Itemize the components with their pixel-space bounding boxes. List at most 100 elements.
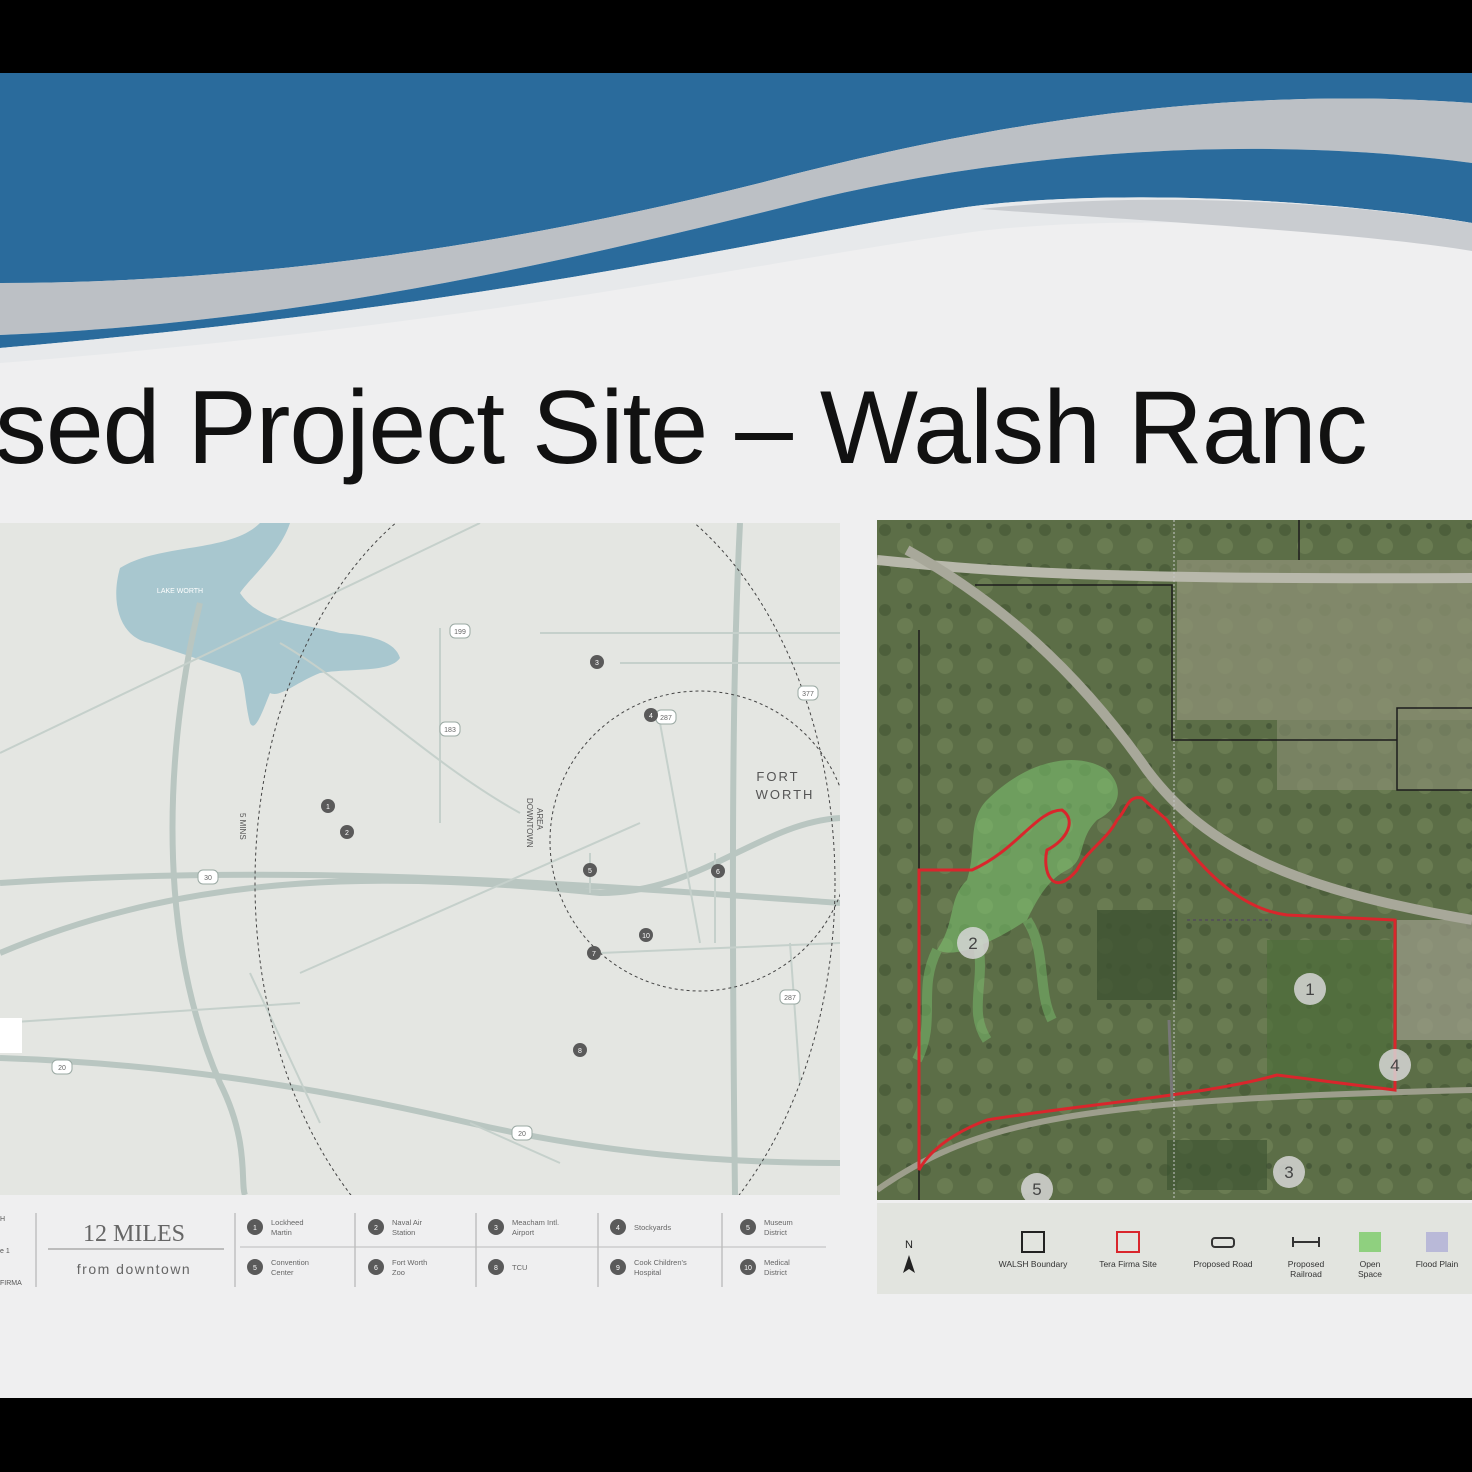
poi-marker-label: 7 — [592, 951, 596, 958]
legend-marker-number: 1 — [253, 1225, 257, 1232]
legend-item-label: Meacham Intl. — [512, 1218, 559, 1227]
poi-marker-label: 2 — [345, 830, 349, 837]
site-marker-2[interactable]: 2 — [957, 927, 989, 959]
legend-item-label: Martin — [271, 1228, 292, 1237]
distance-subtitle: from downtown — [77, 1261, 191, 1277]
legend-marker-number: 8 — [494, 1265, 498, 1272]
legend-item-label: TCU — [512, 1263, 527, 1272]
legend-item-label: Medical — [764, 1258, 790, 1267]
highway-shield-20: 20 — [511, 1125, 533, 1141]
site-legend-label: Railroad — [1290, 1269, 1322, 1279]
legend-marker-number: 10 — [744, 1265, 752, 1272]
site-legend-label: Proposed Road — [1193, 1259, 1252, 1269]
highway-shield-287: 287 — [779, 989, 801, 1005]
legend-partial-3: FIRMA — [0, 1280, 22, 1287]
highway-shield-30: 30 — [197, 869, 219, 885]
site-aerial-map: 2 1 4 3 5 — [877, 520, 1472, 1200]
legend-item-label: District — [764, 1268, 788, 1277]
poi-marker-label: 5 — [588, 868, 592, 875]
site-map-legend: N WALSH Boundary Tera Firma Site Proposed … — [877, 1203, 1472, 1294]
city-label-1: FORT — [756, 769, 799, 784]
highway-shield-label: 20 — [518, 1131, 526, 1138]
poi-marker-7[interactable]: 7 — [587, 946, 601, 960]
flood-plain-swatch-icon — [1426, 1232, 1448, 1252]
legend-marker-number: 3 — [494, 1225, 498, 1232]
legend-marker-number: 4 — [616, 1225, 620, 1232]
legend-item: 8 TCU — [488, 1259, 527, 1275]
legend-item-label: Lockheed — [271, 1218, 304, 1227]
site-legend-label: Tera Firma Site — [1099, 1259, 1157, 1269]
legend-item: 1 LockheedMartin — [247, 1218, 304, 1237]
lake-label-1: LAKE WORTH — [157, 588, 203, 595]
site-marker-label: 4 — [1390, 1056, 1399, 1075]
legend-item-label: District — [764, 1228, 788, 1237]
highway-shield-label: 199 — [454, 629, 466, 636]
legend-item: 9 Cook Children'sHospital — [610, 1258, 687, 1277]
highway-shield-label: 183 — [444, 727, 456, 734]
site-legend-label: Space — [1358, 1269, 1382, 1279]
legend-item: 6 Fort WorthZoo — [368, 1258, 427, 1277]
site-marker-label: 2 — [968, 934, 977, 953]
site-legend-label: Flood Plain — [1416, 1259, 1459, 1269]
site-legend-label: WALSH Boundary — [999, 1259, 1068, 1269]
legend-item-label: Convention — [271, 1258, 309, 1267]
poi-marker-4[interactable]: 4 — [644, 708, 658, 722]
highway-shield-label: 30 — [204, 875, 212, 882]
poi-marker-label: 6 — [716, 869, 720, 876]
legend-partial-2: e 1 — [0, 1248, 10, 1255]
legend-item-label: Hospital — [634, 1268, 661, 1277]
slide: osed Project Site – Walsh Ranc LAKE WORT… — [0, 73, 1472, 1398]
legend-item-label: Museum — [764, 1218, 793, 1227]
site-legend-label: Proposed — [1288, 1259, 1325, 1269]
poi-marker-label: 4 — [649, 713, 653, 720]
site-marker-label: 3 — [1284, 1163, 1293, 1182]
ring-label: 5 MINS — [238, 813, 247, 840]
regional-map-legend: H e 1 FIRMA 12 MILES from downtown 1 Lock… — [0, 1213, 826, 1287]
header-wave-banner — [0, 73, 1472, 363]
open-space-swatch-icon — [1359, 1232, 1381, 1252]
site-marker-1[interactable]: 1 — [1294, 973, 1326, 1005]
highway-shield-183: 183 — [439, 721, 461, 737]
legend-marker-number: 2 — [374, 1225, 378, 1232]
legend-partial-1: H — [0, 1216, 5, 1223]
legend-item-label: Cook Children's — [634, 1258, 687, 1267]
legend-item-label: Fort Worth — [392, 1258, 427, 1267]
highway-shield-label: 287 — [660, 715, 672, 722]
poi-marker-10[interactable]: 10 — [639, 928, 653, 942]
highway-shield-label: 377 — [802, 691, 814, 698]
highway-shield-label: 287 — [784, 995, 796, 1002]
site-marker-label: 5 — [1032, 1180, 1041, 1199]
poi-marker-5[interactable]: 5 — [583, 863, 597, 877]
legend-item: 5 MuseumDistrict — [740, 1218, 793, 1237]
highway-shield-287: 287 — [655, 709, 677, 725]
highway-shield-377: 377 — [797, 685, 819, 701]
poi-marker-label: 8 — [578, 1048, 582, 1055]
legend-item-label: Naval Air — [392, 1218, 423, 1227]
poi-marker-label: 1 — [326, 804, 330, 811]
site-legend-label: Open — [1360, 1259, 1381, 1269]
legend-item: 3 Meacham Intl.Airport — [488, 1218, 559, 1237]
site-marker-label: 1 — [1305, 980, 1314, 999]
legend-item: 4 Stockyards — [610, 1219, 671, 1235]
site-marker-3[interactable]: 3 — [1273, 1156, 1305, 1188]
site-marker-4[interactable]: 4 — [1379, 1049, 1411, 1081]
poi-marker-3[interactable]: 3 — [590, 655, 604, 669]
poi-marker-6[interactable]: 6 — [711, 864, 725, 878]
poi-marker-1[interactable]: 1 — [321, 799, 335, 813]
slide-title: osed Project Site – Walsh Ranc — [0, 370, 1368, 486]
highway-shield-20: 20 — [51, 1059, 73, 1075]
regional-map: LAKE WORTH 5 MINS DOWNTOWN AREA FORT WOR… — [0, 523, 840, 1195]
distance-value: 12 MILES — [83, 1221, 185, 1247]
legend-marker-number: 9 — [616, 1265, 620, 1272]
poi-marker-2[interactable]: 2 — [340, 825, 354, 839]
legend-item-label: Stockyards — [634, 1223, 671, 1232]
downtown-label-2: AREA — [535, 808, 544, 830]
north-label: N — [905, 1239, 913, 1251]
poi-marker-label: 3 — [595, 660, 599, 667]
legend-marker-number: 6 — [374, 1265, 378, 1272]
legend-item-label: Zoo — [392, 1268, 405, 1277]
poi-marker-8[interactable]: 8 — [573, 1043, 587, 1057]
highway-shield-199: 199 — [449, 623, 471, 639]
poi-marker-label: 10 — [642, 933, 650, 940]
legend-item: 10 MedicalDistrict — [740, 1258, 790, 1277]
